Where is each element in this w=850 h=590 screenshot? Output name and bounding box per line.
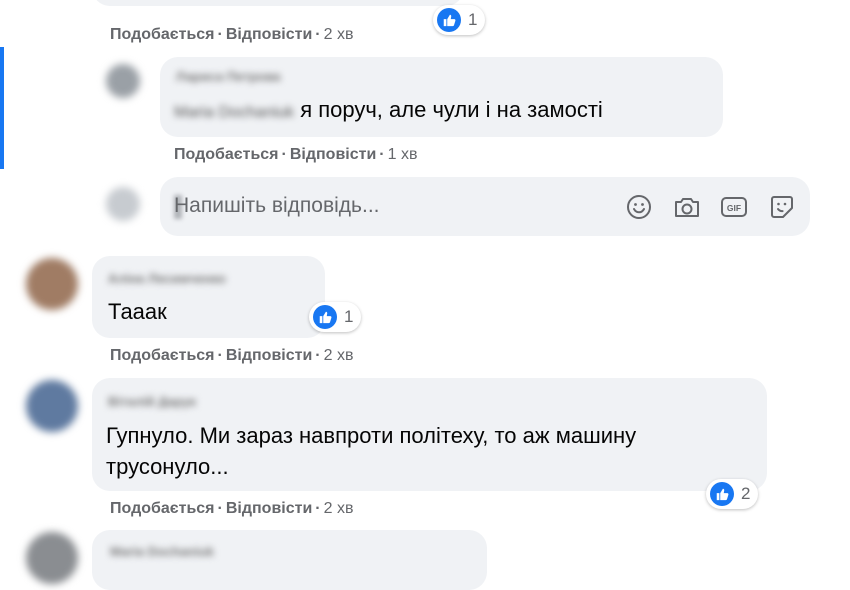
comment-actions: Подобається · Відповісти · 2 хв [110, 347, 354, 364]
like-reaction-icon [710, 482, 734, 506]
avatar[interactable] [26, 380, 78, 432]
comment-time[interactable]: 2 хв [324, 26, 354, 43]
user-mention[interactable]: Maria Dochaniuk [174, 104, 294, 121]
avatar[interactable] [26, 258, 78, 310]
like-link[interactable]: Подобається [110, 347, 215, 364]
reply-link[interactable]: Відповісти [226, 347, 312, 364]
comment-bubble: Аліна Лесимченко Тааак [92, 256, 325, 338]
like-reaction-icon [437, 8, 461, 32]
comment-bubble: Maria Dochaniuk [92, 530, 487, 590]
reaction-count-badge[interactable]: 1 [309, 302, 362, 332]
comment-actions: Подобається · Відповісти · 2 хв [110, 500, 354, 517]
emoji-icon[interactable] [624, 192, 654, 222]
current-user-avatar [106, 187, 140, 221]
reaction-count: 1 [468, 10, 478, 29]
svg-text:GIF: GIF [727, 203, 741, 213]
comment-actions: Подобається · Відповісти · 1 хв [174, 146, 418, 163]
comment-body-line: Гупнуло. Ми зараз навпроти політеху, то … [106, 423, 637, 448]
like-link[interactable]: Подобається [110, 500, 215, 517]
comment-text: Maria Dochaniuk я поруч, але чули і на з… [174, 94, 603, 128]
like-reaction-icon [313, 305, 337, 329]
reaction-count-badge[interactable]: 2 [706, 479, 759, 509]
reply-link[interactable]: Відповісти [226, 26, 312, 43]
like-link[interactable]: Подобається [174, 146, 279, 163]
comment-author[interactable]: Аліна Лесимченко [108, 271, 226, 286]
comment-author[interactable]: Віталій Дарук [108, 394, 196, 409]
comment-bubble-top [92, 0, 464, 6]
comment-body: я поруч, але чули і на замості [300, 97, 603, 122]
reply-link[interactable]: Відповісти [290, 146, 376, 163]
like-link[interactable]: Подобається [110, 26, 215, 43]
comment-bubble: Лариса Петрова Maria Dochaniuk я поруч, … [160, 57, 723, 137]
comment-body: Тааак [108, 299, 167, 324]
comment-author[interactable]: Лариса Петрова [176, 69, 281, 84]
comment-time[interactable]: 2 хв [324, 347, 354, 364]
comment-author[interactable]: Maria Dochaniuk [110, 544, 214, 559]
reply-input[interactable]: Напишіть відповідь... GIF [160, 177, 810, 236]
reaction-count: 2 [741, 484, 751, 503]
reaction-count-badge[interactable]: 1 [433, 5, 486, 35]
avatar[interactable] [26, 532, 78, 584]
avatar[interactable] [106, 64, 140, 98]
comment-body-line: трусонуло... [106, 454, 229, 479]
reply-link[interactable]: Відповісти [226, 500, 312, 517]
active-thread-indicator [0, 47, 4, 169]
reply-placeholder: Напишіть відповідь... [174, 194, 380, 217]
comment-bubble: Віталій Дарук Гупнуло. Ми зараз навпроти… [92, 378, 767, 491]
sticker-icon[interactable] [767, 192, 797, 222]
comment-time[interactable]: 1 хв [388, 146, 418, 163]
camera-icon[interactable] [672, 192, 702, 222]
comment-actions: Подобається · Відповісти · 2 хв [110, 26, 354, 43]
gif-icon[interactable]: GIF [719, 192, 749, 222]
comment-time[interactable]: 2 хв [324, 500, 354, 517]
reaction-count: 1 [344, 307, 354, 326]
